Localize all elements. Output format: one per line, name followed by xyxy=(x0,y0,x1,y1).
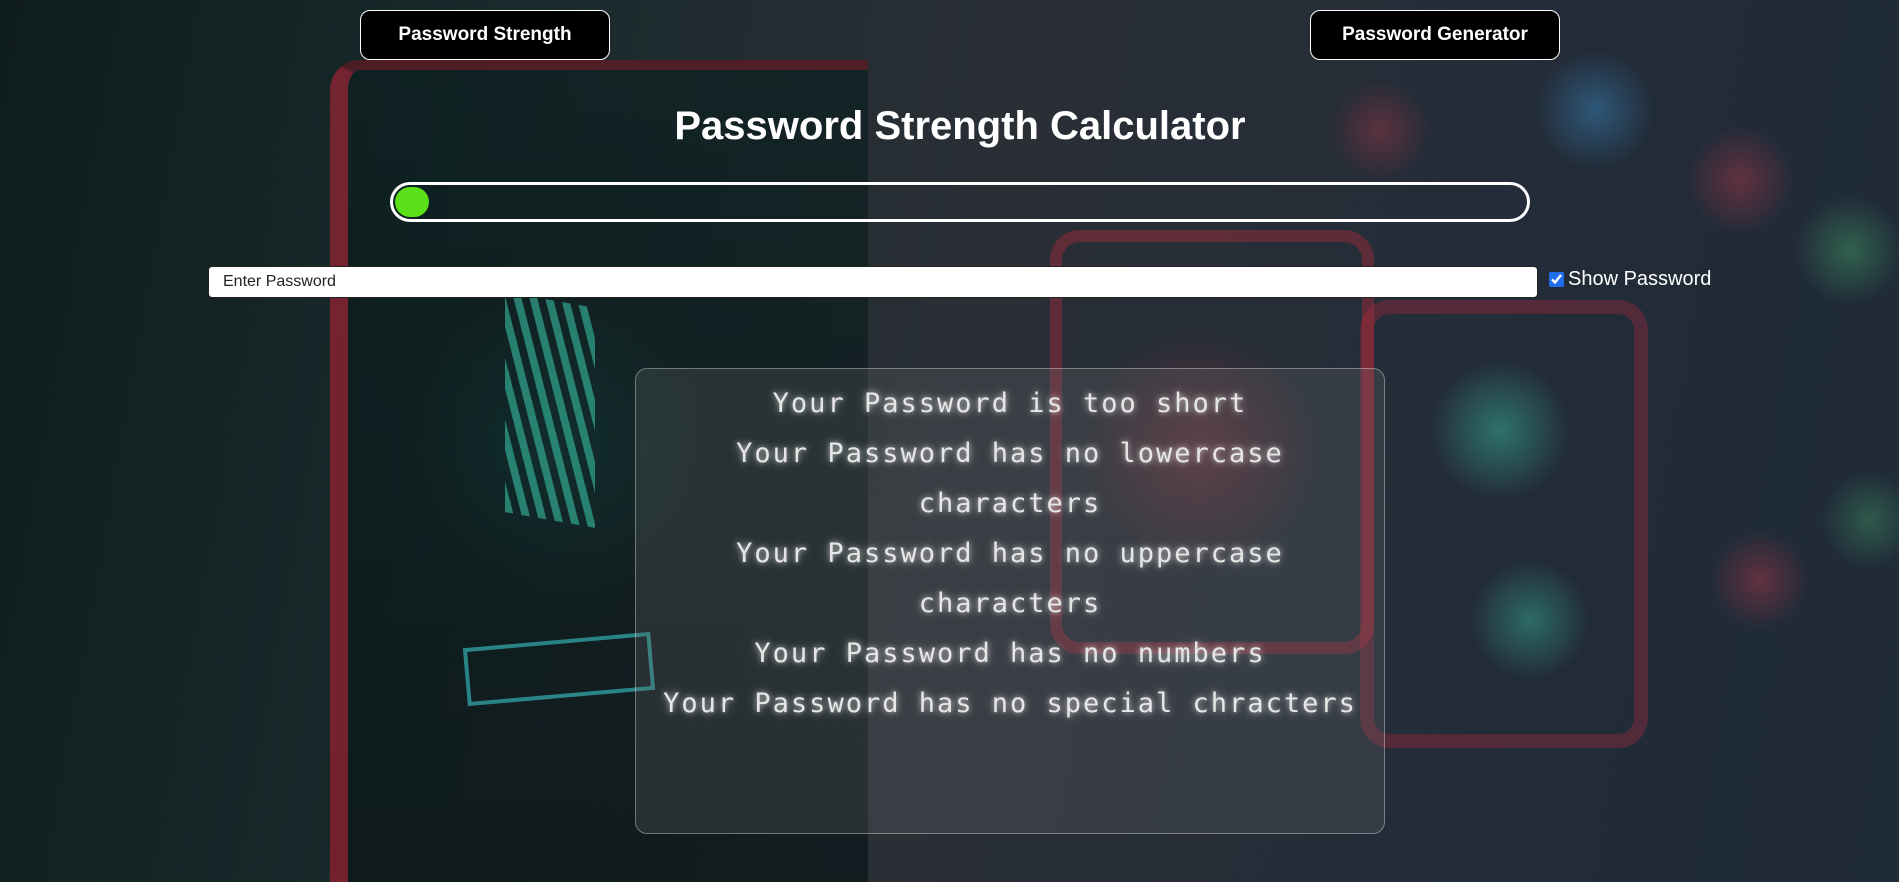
background-monitor xyxy=(1360,300,1648,748)
show-password-toggle[interactable]: Show Password xyxy=(1547,268,1711,291)
show-password-label: Show Password xyxy=(1568,268,1712,290)
background-screen-bars xyxy=(505,292,595,528)
strength-meter xyxy=(390,182,1530,222)
strength-meter-fill xyxy=(395,187,429,217)
background-screen-box xyxy=(462,631,656,707)
page-title: Password Strength Calculator xyxy=(674,104,1246,148)
feedback-message: Your Password has no lowercase character… xyxy=(736,438,1284,519)
password-strength-nav-button[interactable]: Password Strength xyxy=(360,10,610,60)
feedback-message: Your Password has no uppercase character… xyxy=(736,538,1284,619)
feedback-message: Your Password has no special chracters xyxy=(663,688,1357,719)
password-generator-nav-button[interactable]: Password Generator xyxy=(1310,10,1560,60)
feedback-message: Your Password has no numbers xyxy=(754,638,1266,669)
password-input[interactable] xyxy=(208,266,1538,298)
feedback-panel: Your Password is too short Your Password… xyxy=(635,368,1385,834)
feedback-message: Your Password is too short xyxy=(772,388,1248,419)
show-password-checkbox[interactable] xyxy=(1549,272,1564,287)
